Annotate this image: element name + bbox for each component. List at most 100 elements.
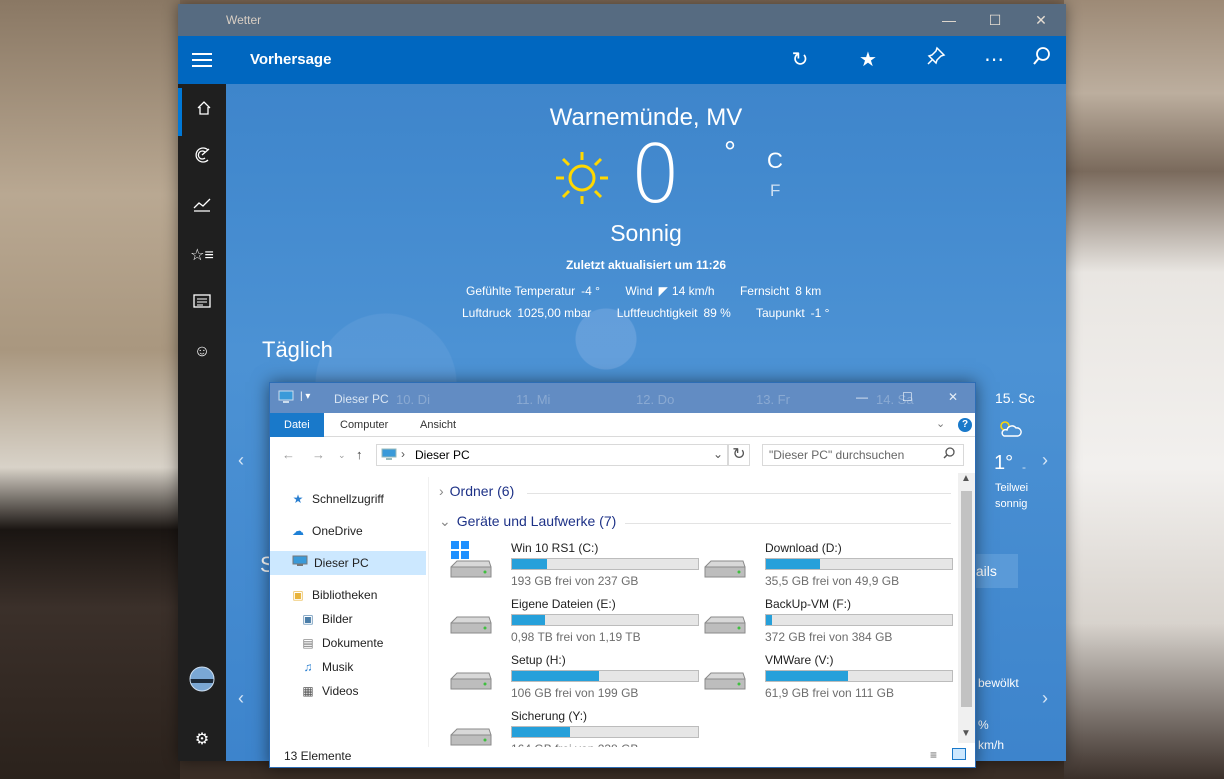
search-icon[interactable] <box>1028 46 1056 74</box>
tab-file[interactable]: Datei <box>270 413 324 437</box>
recent-locations-icon[interactable]: ⌄ <box>338 450 346 461</box>
documents-icon: ▤ <box>302 636 314 650</box>
hard-drive-icon <box>704 616 746 634</box>
large-icons-view-icon[interactable] <box>952 748 966 760</box>
tab-computer[interactable]: Computer <box>326 413 402 437</box>
drive-tile[interactable]: Setup (H:) 106 GB frei von 199 GB <box>439 653 699 707</box>
maximize-button[interactable]: ☐ <box>972 4 1018 36</box>
settings-gear-icon[interactable]: ⚙ <box>178 716 226 761</box>
account-avatar[interactable] <box>178 664 226 712</box>
favorites-list-icon[interactable]: ☆≡ <box>178 232 226 280</box>
forward-arrow-icon[interactable]: → <box>312 447 325 462</box>
group-divider <box>625 523 951 524</box>
sunny-icon <box>554 150 610 211</box>
drive-tile[interactable]: Download (D:) 35,5 GB frei von 49,9 GB <box>693 541 953 595</box>
group-divider <box>527 493 951 494</box>
news-icon[interactable] <box>178 280 226 328</box>
explorer-maximize-button[interactable]: ☐ <box>902 390 913 404</box>
unit-celsius-toggle[interactable]: C <box>767 148 783 174</box>
navigation-pane: ★ Schnellzugriff ☁ OneDrive Dieser PC ▣ Bib… <box>270 479 428 749</box>
close-button[interactable]: ✕ <box>1018 4 1064 36</box>
daily-cond-15-line2: sonnig <box>995 498 1028 510</box>
search-input[interactable]: "Dieser PC" durchsuchen <box>762 444 964 466</box>
drive-usage-bar <box>511 558 699 570</box>
up-arrow-icon[interactable]: ↑ <box>356 447 363 462</box>
hard-drive-icon <box>450 616 492 634</box>
scroll-down-icon[interactable]: ▼ <box>961 728 971 739</box>
daily-high-15: 1° <box>994 452 1014 474</box>
ghost-day-3: 12. Do <box>636 392 675 407</box>
star-icon[interactable]: ★ <box>854 46 882 74</box>
nav-documents[interactable]: ▤ Dokumente <box>300 631 383 655</box>
home-icon[interactable] <box>178 88 226 136</box>
hourly-next-arrow[interactable]: › <box>1042 688 1048 709</box>
drive-tile[interactable]: BackUp-VM (F:) 372 GB frei von 384 GB <box>693 597 953 651</box>
drive-free-space: 0,98 TB frei von 1,19 TB <box>511 630 641 644</box>
quick-access-toolbar-icon[interactable]: | ▾ <box>300 391 310 402</box>
stats-row-1: Gefühlte Temperatur -4 ° Wind ◤ 14 km/h Fer… <box>466 284 843 298</box>
nav-onedrive-label: OneDrive <box>312 524 363 538</box>
pressure-value: 1025,00 mbar <box>517 306 592 320</box>
drive-name: BackUp-VM (F:) <box>765 597 852 611</box>
weather-window-title: Wetter <box>226 13 262 27</box>
content-pane: › Ordner (6) ⌄ Geräte und Laufwerke (7) Wi… <box>428 477 958 747</box>
drive-tile[interactable]: Sicherung (Y:)164 GB frei von 238 GB <box>439 709 699 747</box>
wind-direction-icon: ◤ <box>658 284 668 298</box>
nav-documents-label: Dokumente <box>322 636 384 650</box>
pin-icon[interactable] <box>922 46 950 74</box>
drive-name: Win 10 RS1 (C:) <box>511 541 599 555</box>
address-dropdown-icon[interactable]: ⌄ <box>713 447 723 461</box>
nav-onedrive[interactable]: ☁ OneDrive <box>290 519 363 543</box>
dewpoint-value: -1 ° <box>810 306 830 320</box>
radar-icon[interactable] <box>178 136 226 184</box>
explorer-minimize-button[interactable]: — <box>856 390 868 404</box>
nav-videos[interactable]: ▦ Videos <box>300 679 358 703</box>
drive-tile[interactable]: VMWare (V:) 61,9 GB frei von 111 GB <box>693 653 953 707</box>
wind-value: 14 km/h <box>671 284 715 298</box>
daily-cond-15-line1: Teilwei <box>995 482 1029 494</box>
nav-this-pc[interactable]: Dieser PC <box>270 551 426 575</box>
help-icon[interactable]: ? <box>958 418 972 432</box>
nav-quick-access[interactable]: ★ Schnellzugriff <box>290 487 384 511</box>
desktop-background-right <box>1064 0 1224 779</box>
minimize-button[interactable]: — <box>926 4 972 36</box>
nav-libraries-label: Bibliotheken <box>312 588 378 602</box>
daily-prev-arrow[interactable]: ‹ <box>238 450 244 471</box>
hourly-prev-arrow[interactable]: ‹ <box>238 688 244 709</box>
music-icon: ♫ <box>303 660 313 674</box>
item-count: 13 Elemente <box>284 749 352 763</box>
scrollbar-thumb[interactable] <box>961 491 972 707</box>
folder-icon: ▣ <box>292 588 304 602</box>
more-icon[interactable]: ⋯ <box>980 46 1008 74</box>
address-bar[interactable]: › Dieser PC ⌄ <box>376 444 728 466</box>
hard-drive-icon <box>704 560 746 578</box>
nav-pictures[interactable]: ▣ Bilder <box>300 607 352 631</box>
scroll-up-icon[interactable]: ▲ <box>961 473 971 484</box>
group-folders-header[interactable]: › Ordner (6) <box>439 483 514 499</box>
ribbon-expand-icon[interactable]: ⌄ <box>936 417 945 430</box>
drive-tile[interactable]: Eigene Dateien (E:) 0,98 TB frei von 1,19… <box>439 597 699 651</box>
nav-libraries[interactable]: ▣ Bibliotheken <box>290 583 377 607</box>
daily-next-arrow[interactable]: › <box>1042 450 1048 471</box>
hamburger-icon[interactable] <box>192 53 212 67</box>
nav-this-pc-label: Dieser PC <box>314 556 369 570</box>
drive-tile[interactable]: Win 10 RS1 (C:) 193 GB frei von 237 GB <box>439 541 699 595</box>
last-updated: Zuletzt aktualisiert um 11:26 <box>565 258 727 272</box>
explorer-search-icon[interactable] <box>943 447 955 462</box>
daily-day-15[interactable]: 15. Sc <box>995 390 1035 406</box>
back-arrow-icon[interactable]: ← <box>282 447 295 462</box>
tab-view[interactable]: Ansicht <box>406 413 470 437</box>
details-view-icon[interactable]: ≡ <box>930 748 937 762</box>
videos-icon: ▦ <box>302 684 314 698</box>
nav-music[interactable]: ♫ Musik <box>300 655 354 679</box>
historical-chart-icon[interactable] <box>178 184 226 232</box>
group-drives-header[interactable]: ⌄ Geräte und Laufwerke (7) <box>439 513 616 530</box>
refresh-icon[interactable]: ↻ <box>786 46 814 74</box>
refresh-address-icon[interactable]: ↻ <box>728 444 750 466</box>
explorer-close-button[interactable]: ✕ <box>948 390 958 404</box>
unit-fahrenheit-toggle[interactable]: F <box>770 181 780 201</box>
feedback-smiley-icon[interactable]: ☺ <box>178 328 226 376</box>
current-temperature: 0 <box>630 128 681 221</box>
group-folders-label: Ordner (6) <box>449 483 515 499</box>
vertical-scrollbar[interactable]: ▲ ▼ <box>958 473 975 743</box>
